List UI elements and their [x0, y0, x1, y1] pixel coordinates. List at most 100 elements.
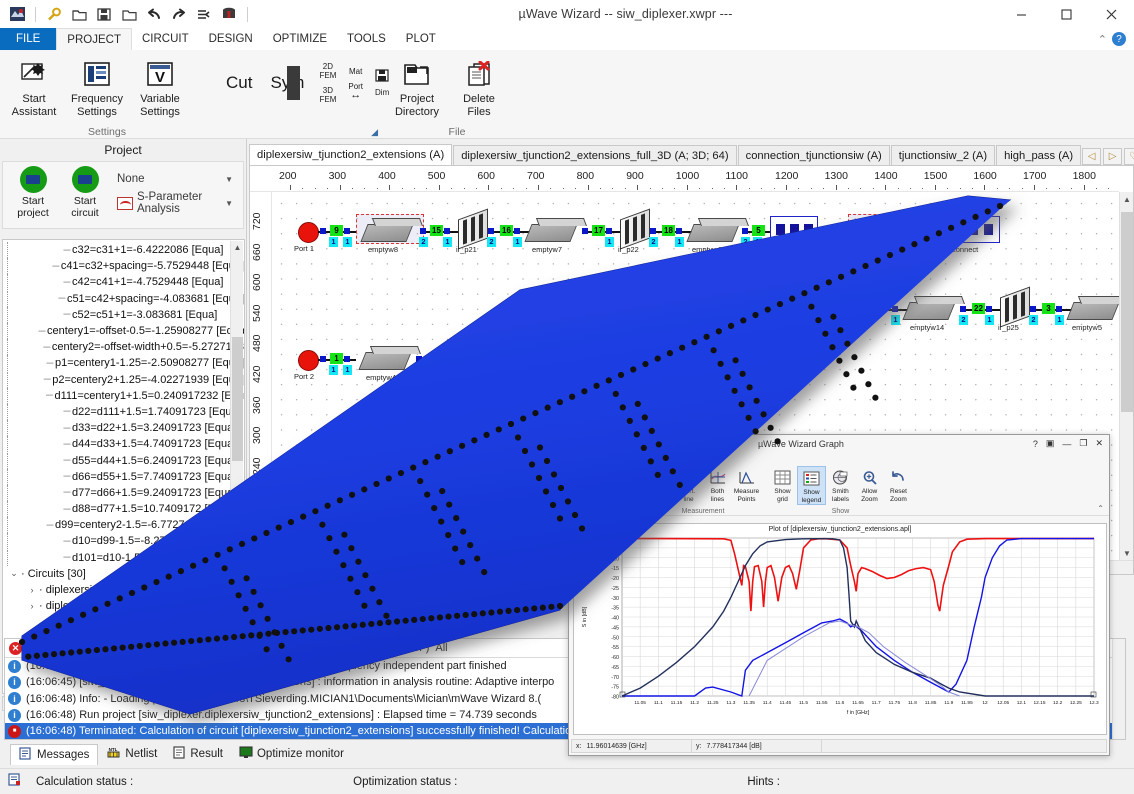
component-ir_p21[interactable] [458, 209, 488, 250]
graph-help-icon[interactable]: ? [1033, 439, 1038, 449]
redo-icon[interactable] [168, 3, 190, 25]
mat-button[interactable]: Mat [349, 67, 362, 76]
schematic-tab-0[interactable]: diplexersiw_tjunction2_extensions (A) [249, 144, 452, 165]
tab-file[interactable]: FILE [0, 28, 56, 50]
component-emptyw13[interactable] [686, 224, 739, 242]
tree-item[interactable]: ---c32=c31+1=-6.4222086 [Equa] [3, 242, 244, 258]
bottom-tab-result[interactable]: Result [165, 744, 231, 765]
graph-cursor-button[interactable]: Cursor [609, 466, 638, 496]
tab-circuit[interactable]: CIRCUIT [132, 28, 199, 50]
port-1[interactable] [298, 222, 319, 243]
graph-allow-zoom-button[interactable]: AllowZoom [855, 466, 884, 503]
prev-tab-icon[interactable]: ◁ [1082, 148, 1101, 165]
port-2[interactable] [298, 350, 319, 371]
tree-item[interactable]: ---d66=d55+1.5=7.74091723 [Equa] [3, 469, 244, 485]
variable-settings-button[interactable]: V VariableSettings [129, 54, 191, 118]
component-ir_p25[interactable] [1000, 287, 1030, 328]
graph-restore-icon[interactable]: ▣ [1046, 438, 1055, 449]
list-icon[interactable] [193, 3, 215, 25]
tree-item[interactable]: ---p2=centery2+1.25=-4.02271939 [Equa] [3, 372, 244, 388]
bottom-tab-messages[interactable]: Messages [10, 744, 98, 765]
tab-project[interactable]: PROJECT [56, 28, 132, 50]
component-emptyw8[interactable] [360, 224, 413, 242]
component-ir_p22[interactable] [620, 209, 650, 250]
minimize-button[interactable] [999, 0, 1044, 28]
next-tab-icon[interactable]: ▷ [1103, 148, 1122, 165]
folder-icon[interactable] [118, 3, 140, 25]
schematic-tab-2[interactable]: connection_tjunctionsiw (A) [738, 145, 890, 165]
port-button[interactable]: Port ↔ [348, 82, 363, 100]
graph-close-icon[interactable]: ✕ [1095, 438, 1103, 449]
start-project-button[interactable]: Startproject [7, 165, 59, 219]
tree-item[interactable]: ---d33=d22+1.5=3.24091723 [Equa] [3, 420, 244, 436]
tree-child-item[interactable]: › · diplexersiw [3, 598, 244, 614]
tree-item[interactable]: ---d99=centery2-1.5=-6.77271939 [Equa] [3, 517, 244, 533]
analysis-dropdown[interactable]: S-Parameter Analysis ▼ [115, 193, 239, 213]
graph-window[interactable]: µWave Wizard Graph ? ▣ — ❐ ✕ TOOLS Start [568, 434, 1110, 756]
graph-tab-tools[interactable]: TOOLS [613, 453, 649, 464]
tree-item[interactable]: ---d44=d33+1.5=4.74091723 [Equa] [3, 436, 244, 452]
close-button[interactable] [1089, 0, 1134, 28]
collapse-ribbon-icon[interactable]: ⌃ [1098, 33, 1107, 46]
tree-item[interactable]: ---d55=d44+1.5=6.24091723 [Equa] [3, 452, 244, 468]
tree-item[interactable]: ---c52=c51+1=-3.083681 [Equa] [3, 307, 244, 323]
tab-list-icon[interactable]: ♡ [1124, 148, 1134, 165]
undo-icon[interactable] [143, 3, 165, 25]
scroll-thumb[interactable] [1121, 212, 1133, 412]
tree-vertical-scrollbar[interactable]: ▲ ▼ [230, 241, 243, 692]
tab-plot[interactable]: PLOT [396, 28, 446, 50]
tab-design[interactable]: DESIGN [199, 28, 263, 50]
view-tab-frequency-response[interactable]: Frequency response [343, 600, 483, 622]
tree-item[interactable]: ---d77=d66+1.5=9.24091723 [Equa] [3, 485, 244, 501]
maximize-button[interactable] [1044, 0, 1089, 28]
scroll-down-icon[interactable]: ▼ [1120, 546, 1134, 560]
scroll-thumb[interactable] [232, 337, 243, 461]
graph-start-button[interactable]: Start [573, 466, 602, 496]
expand-chevron-icon[interactable]: ⌄ [7, 568, 21, 579]
graph-show-legend-button[interactable]: Showlegend [797, 466, 826, 505]
tree-item[interactable]: ---d10=d99-1.5=-8.27271939 [Equa] [3, 533, 244, 549]
graph-horiz-line-button[interactable]: Horiz.line [645, 466, 674, 503]
tree-item[interactable]: ---d22=d111+1.5=1.74091723 [Equa] [3, 404, 244, 420]
scroll-up-icon[interactable]: ▲ [231, 241, 244, 254]
bottom-tab-optimize-monitor[interactable]: Optimize monitor [231, 744, 352, 765]
none-dropdown[interactable]: None ▼ [115, 169, 239, 189]
component-emptyw5[interactable] [1066, 302, 1119, 320]
component-emptyw4[interactable] [358, 352, 411, 370]
expand-chevron-icon[interactable]: › [25, 585, 39, 595]
tree-item[interactable]: ---c42=c41+1=-4.7529448 [Equa] [3, 274, 244, 290]
graph-both-lines-button[interactable]: Bothlines [703, 466, 732, 503]
tree-item[interactable]: ---c41=c32+spacing=-5.7529448 [Equa] [3, 258, 244, 274]
component-emptyw2[interactable] [522, 352, 575, 370]
tree-item[interactable]: ---d101=d10-1.5=-9.77271939 [E [3, 550, 244, 566]
bottom-tab-netlist[interactable]: NTL Netlist [98, 744, 165, 765]
component-emptyw7[interactable] [524, 224, 577, 242]
graph-vert-line-button[interactable]: Vert.line [674, 466, 703, 503]
view-tab-schematic[interactable]: Schematic [254, 600, 343, 622]
start-circuit-button[interactable]: Startcircuit [59, 165, 111, 219]
tree-item[interactable]: ---p1=centery1-1.25=-2.50908277 [Equa] [3, 355, 244, 371]
frequency-settings-button[interactable]: FrequencySettings [66, 54, 128, 118]
schematic-tab-4[interactable]: high_pass (A) [996, 145, 1081, 165]
graph-reset-zoom-button[interactable]: ResetZoom [884, 466, 913, 503]
tab-tools[interactable]: TOOLS [337, 28, 396, 50]
plot-area[interactable]: Plot of [diplexersiw_tjunction2_extensio… [573, 523, 1107, 735]
project-tree[interactable]: ---c32=c31+1=-6.4222086 [Equa]---c41=c32… [2, 239, 245, 694]
start-assistant-button[interactable]: StartAssistant [3, 54, 65, 118]
delete-files-button[interactable]: DeleteFiles [448, 54, 510, 118]
schematic-tab-1[interactable]: diplexersiw_tjunction2_extensions_full_3… [453, 145, 736, 165]
graph-collapse-icon[interactable]: ⌃ [1097, 504, 1109, 515]
component-ir_p26[interactable] [844, 287, 874, 328]
subcircuit-high_pass[interactable] [770, 216, 818, 243]
expand-chevron-icon[interactable]: › [25, 601, 39, 611]
component-ir_p24[interactable] [456, 337, 486, 378]
fem-3d-button[interactable]: 3D FEM [319, 86, 336, 104]
graph-maximize-icon[interactable]: ❐ [1079, 438, 1087, 449]
sym-button[interactable]: Sym [261, 54, 313, 112]
component-emptyw14[interactable] [902, 302, 955, 320]
schematic-vertical-scrollbar[interactable]: ▲ ▼ [1119, 192, 1133, 560]
tree-item[interactable]: ---centery2=-offset-width+0.5=-5.2727193 [3, 339, 244, 355]
graph-minimize-icon[interactable]: — [1062, 439, 1071, 449]
schematic-tab-3[interactable]: tjunctionsiw_2 (A) [891, 145, 995, 165]
search-icon[interactable] [43, 3, 65, 25]
